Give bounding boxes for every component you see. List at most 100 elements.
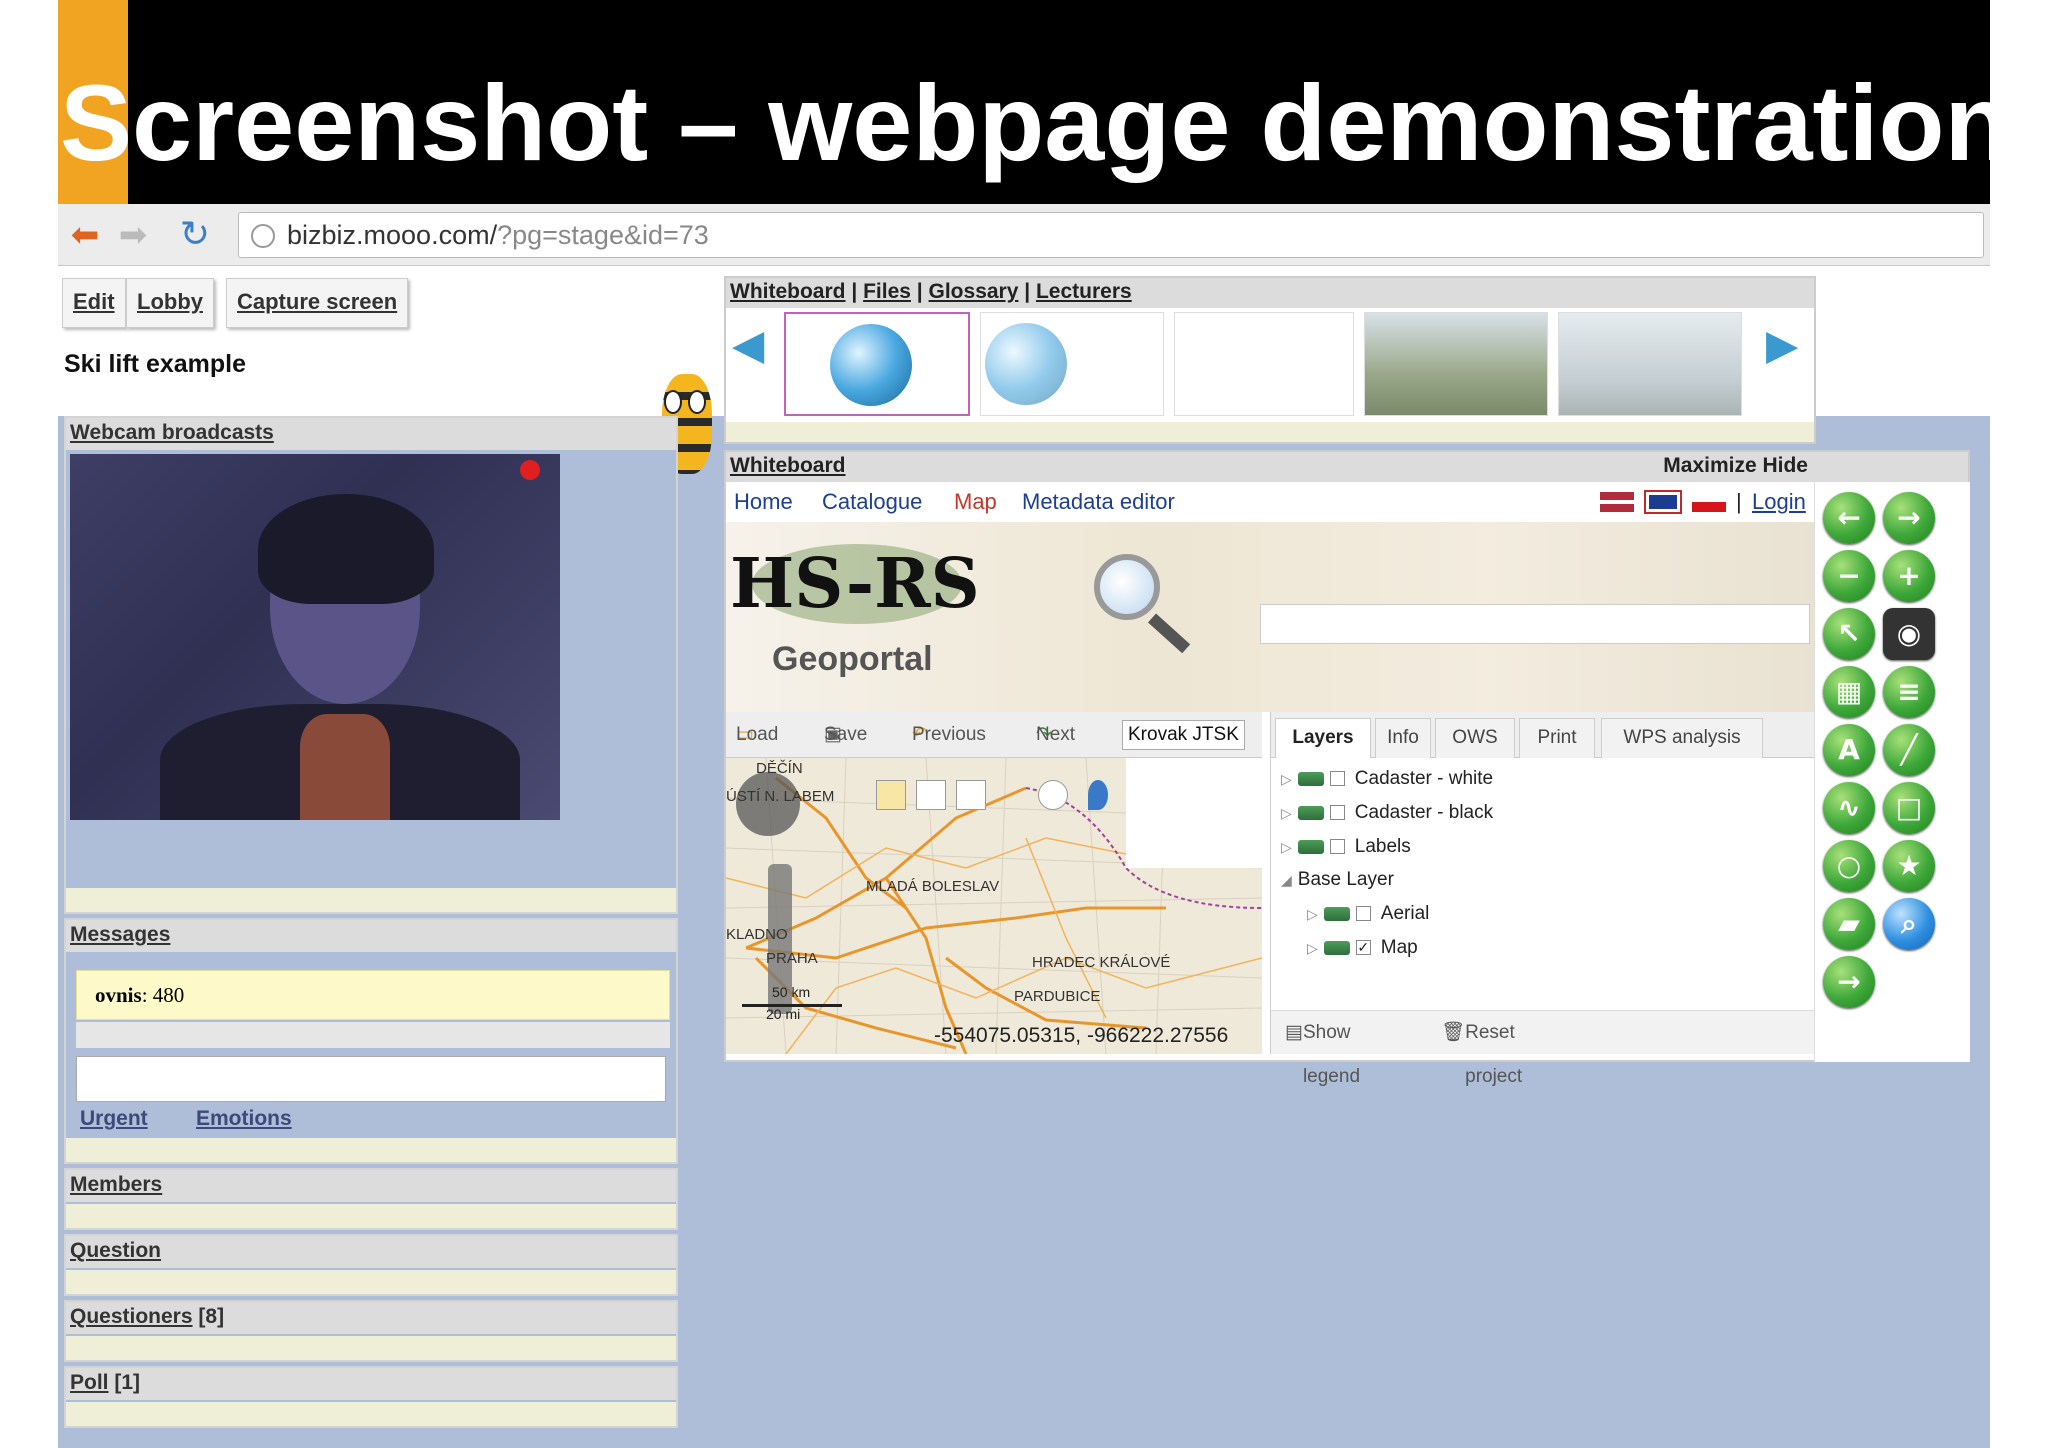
- nav-catalogue[interactable]: Catalogue: [822, 482, 922, 522]
- line-width-icon[interactable]: ≡: [1883, 666, 1935, 718]
- next-slide-arrow-icon[interactable]: ▶: [1766, 320, 1798, 369]
- layer-row[interactable]: ▷ ✓ Map: [1307, 935, 1418, 961]
- eraser-icon[interactable]: ▰: [1823, 898, 1875, 950]
- arrow-right-icon[interactable]: →: [1883, 492, 1935, 544]
- webcam-title[interactable]: Webcam broadcasts: [70, 421, 274, 444]
- layer-checkbox[interactable]: [1329, 839, 1345, 855]
- magnifier-tool-icon[interactable]: ⌕: [1883, 898, 1935, 950]
- rectangle-tool-icon[interactable]: □: [1883, 782, 1935, 834]
- slide-thumbnail[interactable]: [980, 312, 1164, 416]
- panel-header[interactable]: Members: [66, 1170, 676, 1202]
- layer-stack-icon: [1297, 839, 1324, 854]
- messages-title[interactable]: Messages: [70, 923, 170, 946]
- search-input[interactable]: [1260, 604, 1810, 644]
- poll-title[interactable]: Poll: [70, 1371, 109, 1394]
- reset-project-button[interactable]: 🗑 Reset project: [1441, 1011, 1522, 1087]
- panel-footer: [66, 1402, 676, 1426]
- tab-ows[interactable]: OWS: [1435, 718, 1515, 758]
- panel-header[interactable]: Question: [66, 1236, 676, 1268]
- members-title[interactable]: Members: [70, 1173, 162, 1196]
- panel-header[interactable]: Webcam broadcasts: [66, 418, 676, 450]
- latvian-flag-icon[interactable]: [1600, 492, 1634, 512]
- nav-metadata-editor[interactable]: Metadata editor: [1022, 482, 1175, 522]
- layer-checkbox[interactable]: [1329, 805, 1345, 821]
- next-tool-arrow-icon[interactable]: →: [1823, 956, 1875, 1008]
- measure-area-icon[interactable]: [956, 780, 986, 810]
- camera-icon[interactable]: ◉: [1883, 608, 1935, 660]
- layer-checkbox[interactable]: [1329, 771, 1345, 787]
- emotions-link[interactable]: Emotions: [196, 1104, 292, 1134]
- layer-row[interactable]: ▷ Labels: [1281, 834, 1411, 860]
- layer-row[interactable]: ▷ Cadaster - white: [1281, 766, 1493, 792]
- layer-checkbox-checked[interactable]: ✓: [1355, 940, 1371, 956]
- color-palette-icon[interactable]: ▦: [1823, 666, 1875, 718]
- star-tool-icon[interactable]: ★: [1883, 840, 1935, 892]
- message-input[interactable]: [76, 1056, 666, 1102]
- measure-line-icon[interactable]: [916, 780, 946, 810]
- slide-thumbnail[interactable]: [784, 312, 970, 416]
- map-label: PARDUBICE: [1014, 988, 1101, 1005]
- zoom-out-icon[interactable]: −: [1823, 550, 1875, 602]
- projection-select[interactable]: Krovak JTSK: [1122, 720, 1245, 750]
- urgent-link[interactable]: Urgent: [80, 1104, 148, 1134]
- save-label: Save: [824, 724, 868, 745]
- lobby-button[interactable]: Lobby: [126, 278, 214, 328]
- map-view[interactable]: 50 km 20 mi DĚČÍN ÚSTÍ N. LABEM MLADÁ BO…: [726, 758, 1262, 1054]
- map-coordinates: -554075.05315, -966222.27556: [934, 1024, 1229, 1047]
- uk-flag-icon[interactable]: [1644, 490, 1682, 514]
- text-tool-icon[interactable]: A: [1823, 724, 1875, 776]
- forward-arrow-icon[interactable]: ➡: [114, 216, 152, 254]
- message-links: Urgent Emotions: [76, 1104, 320, 1140]
- layer-label: Labels: [1354, 836, 1411, 857]
- tab-layers[interactable]: Layers: [1275, 718, 1371, 758]
- slide-thumbnail-landscape[interactable]: [1364, 312, 1548, 416]
- freehand-tool-icon[interactable]: ∿: [1823, 782, 1875, 834]
- ellipse-tool-icon[interactable]: ○: [1823, 840, 1875, 892]
- map-label: DĚČÍN: [756, 760, 803, 777]
- panel-header[interactable]: Messages: [66, 920, 676, 952]
- tab-wps-analysis[interactable]: WPS analysis: [1601, 718, 1763, 758]
- address-bar[interactable]: bizbiz.mooo.com/?pg=stage&id=73: [238, 212, 1984, 258]
- separator: |: [1024, 280, 1031, 303]
- question-title[interactable]: Question: [70, 1239, 161, 1262]
- slide-thumbnail[interactable]: [1174, 312, 1354, 416]
- slide-thumbnail-landscape[interactable]: [1558, 312, 1742, 416]
- tab-print[interactable]: Print: [1519, 718, 1595, 758]
- layer-checkbox[interactable]: [1355, 906, 1371, 922]
- capture-screen-button[interactable]: Capture screen: [226, 278, 409, 328]
- location-pin-icon[interactable]: [1088, 780, 1108, 810]
- lecturers-link[interactable]: Lecturers: [1036, 280, 1132, 303]
- tab-info[interactable]: Info: [1375, 718, 1431, 758]
- nav-home[interactable]: Home: [734, 482, 793, 522]
- questioners-title[interactable]: Questioners: [70, 1305, 193, 1328]
- layer-row[interactable]: ▷ Cadaster - black: [1281, 800, 1493, 826]
- files-link[interactable]: Files: [863, 280, 911, 303]
- message-user: ovnis: [95, 983, 142, 1007]
- layer-row[interactable]: ▷ Aerial: [1307, 901, 1429, 927]
- edit-button[interactable]: Edit: [62, 278, 126, 328]
- login-link[interactable]: Login: [1752, 482, 1806, 522]
- layer-group-row[interactable]: ◢ Base Layer: [1281, 867, 1394, 893]
- show-legend-button[interactable]: ▤ Show legend: [1285, 1011, 1360, 1087]
- hide-button[interactable]: Hide: [1762, 454, 1808, 477]
- whiteboard-link[interactable]: Whiteboard: [730, 280, 846, 303]
- reload-icon[interactable]: ↻: [176, 216, 214, 254]
- previous-label: Previous: [912, 724, 986, 745]
- info-icon[interactable]: [1038, 780, 1068, 810]
- magnifier-handle: [1147, 613, 1191, 654]
- back-arrow-icon[interactable]: ⬅: [66, 216, 104, 254]
- line-tool-icon[interactable]: ╱: [1883, 724, 1935, 776]
- arrow-left-icon[interactable]: ←: [1823, 492, 1875, 544]
- glossary-link[interactable]: Glossary: [929, 280, 1019, 303]
- czech-flag-icon[interactable]: [1692, 492, 1726, 512]
- panel-header[interactable]: Poll [1]: [66, 1368, 676, 1400]
- whiteboard-title[interactable]: Whiteboard: [730, 454, 846, 477]
- maximize-button[interactable]: Maximize: [1663, 454, 1756, 477]
- previous-slide-arrow-icon[interactable]: ◀: [732, 320, 764, 369]
- globe-icon: [830, 324, 912, 406]
- pan-hand-icon[interactable]: [876, 780, 906, 810]
- pointer-icon[interactable]: ↖: [1823, 608, 1875, 660]
- zoom-in-icon[interactable]: +: [1883, 550, 1935, 602]
- panel-header[interactable]: Questioners [8]: [66, 1302, 676, 1334]
- nav-map[interactable]: Map: [954, 482, 997, 522]
